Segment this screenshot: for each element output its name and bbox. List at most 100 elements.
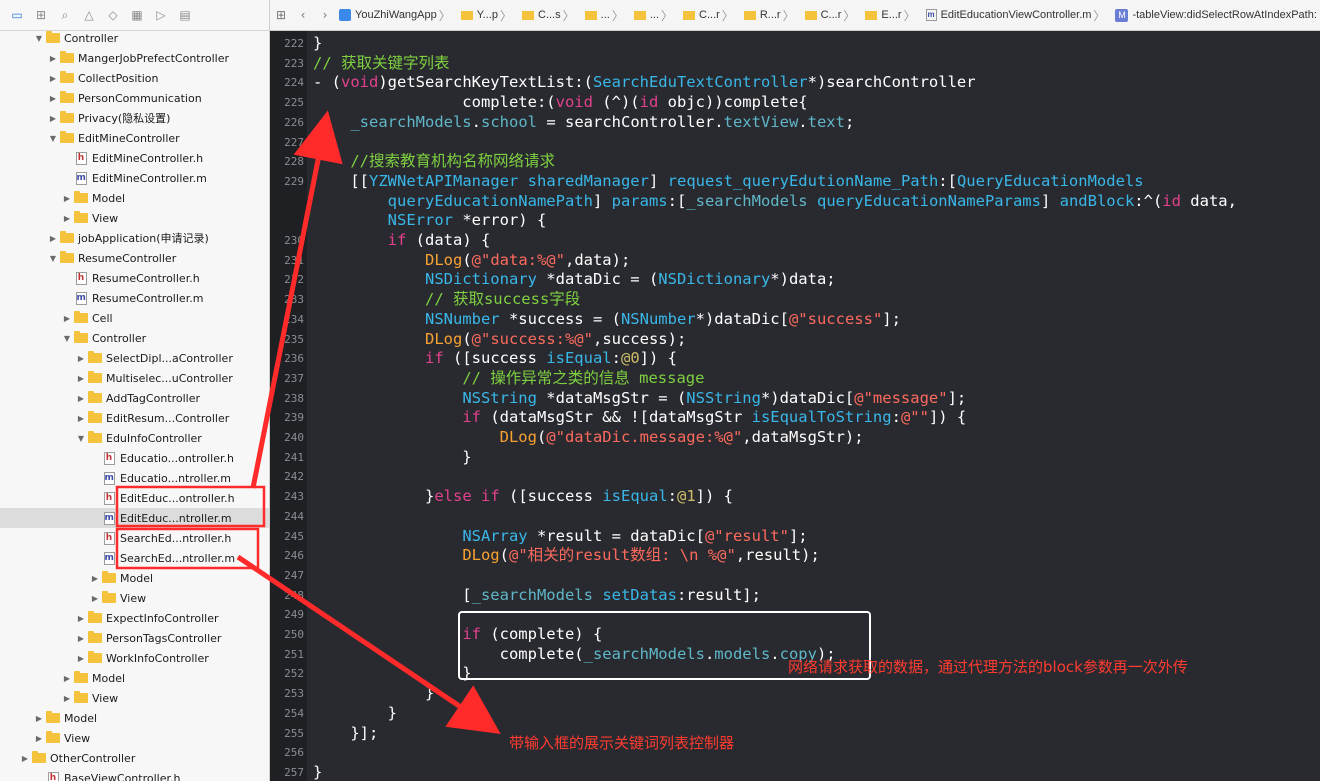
disclosure-open-icon[interactable]: ▼: [34, 34, 44, 43]
file-tree-item-label: EduInfoController: [106, 431, 202, 445]
disclosure-open-icon[interactable]: ▼: [48, 254, 58, 263]
disclosure-closed-icon[interactable]: ▶: [76, 354, 86, 363]
breadcrumb-item[interactable]: C...r 〉: [680, 7, 741, 24]
file-tree-item[interactable]: ▶ MangerJobPrefectController: [0, 48, 269, 68]
file-tree-item[interactable]: ▶ CollectPosition: [0, 68, 269, 88]
file-tree-item[interactable]: ▶ Multiselec...uController: [0, 368, 269, 388]
file-tree-item[interactable]: ▶ Model: [0, 188, 269, 208]
file-tree-item[interactable]: ▼ ResumeController: [0, 248, 269, 268]
disclosure-closed-icon[interactable]: ▶: [34, 714, 44, 723]
file-tree-item[interactable]: ▶ ExpectInfoController: [0, 608, 269, 628]
code-line: NSDictionary *dataDic = (NSDictionary*)d…: [424, 270, 836, 289]
file-tree-item[interactable]: ▶ jobApplication(申请记录): [0, 228, 269, 248]
file-tree-item-label: AddTagController: [106, 391, 201, 405]
file-tree-item[interactable]: ▶ Model: [0, 668, 269, 688]
file-tree-item[interactable]: ▶ View: [0, 688, 269, 708]
disclosure-open-icon[interactable]: ▼: [76, 434, 86, 443]
disclosure-closed-icon[interactable]: ▶: [62, 214, 72, 223]
disclosure-closed-icon[interactable]: ▶: [76, 414, 86, 423]
file-tree-item[interactable]: ▶ EditResum...Controller: [0, 408, 269, 428]
file-tree-item[interactable]: ▶ View: [0, 728, 269, 748]
disclosure-closed-icon[interactable]: ▶: [34, 734, 44, 743]
breadcrumb-item[interactable]: E...r 〉: [862, 7, 922, 24]
disclosure-closed-icon[interactable]: ▶: [62, 314, 72, 323]
disclosure-open-icon[interactable]: ▼: [62, 334, 72, 343]
disclosure-closed-icon[interactable]: ▶: [48, 74, 58, 83]
line-number: 243: [284, 490, 304, 504]
disclosure-closed-icon[interactable]: ▶: [90, 574, 100, 583]
breadcrumb-item[interactable]: ... 〉: [631, 7, 680, 24]
search-icon[interactable]: ⌕: [57, 7, 73, 23]
breadcrumb-item[interactable]: ... 〉: [582, 7, 631, 24]
code-line: NSString *dataMsgStr = (NSString*)dataDi…: [462, 388, 967, 407]
disclosure-closed-icon[interactable]: ▶: [48, 94, 58, 103]
related-items-icon[interactable]: ⊞: [270, 8, 292, 22]
folder-icon[interactable]: ▭: [9, 7, 25, 23]
disclosure-open-icon[interactable]: ▼: [48, 134, 58, 143]
disclosure-closed-icon[interactable]: ▶: [62, 674, 72, 683]
file-tree-item[interactable]: ▼ EditMineController: [0, 128, 269, 148]
file-tree-item[interactable]: ▼ Controller: [0, 328, 269, 348]
disclosure-closed-icon[interactable]: ▶: [76, 394, 86, 403]
file-tree-item[interactable]: m SearchEd...ntroller.m: [0, 548, 269, 568]
file-tree-item[interactable]: ▶ PersonTagsController: [0, 628, 269, 648]
chevron-right-icon: 〉: [903, 8, 916, 23]
disclosure-closed-icon[interactable]: ▶: [76, 654, 86, 663]
hierarchy-icon[interactable]: ⊞: [33, 7, 49, 23]
warning-icon[interactable]: △: [81, 7, 97, 23]
file-tree-item[interactable]: ▶ View: [0, 588, 269, 608]
file-tree-item[interactable]: h ResumeController.h: [0, 268, 269, 288]
disclosure-closed-icon[interactable]: ▶: [76, 614, 86, 623]
disclosure-closed-icon[interactable]: ▶: [48, 54, 58, 63]
file-tree-item[interactable]: ▼ Controller: [0, 28, 269, 48]
file-tree-item[interactable]: h EditMineController.h: [0, 148, 269, 168]
report-icon[interactable]: ▤: [177, 7, 193, 23]
file-tree-item-label: Multiselec...uController: [106, 371, 233, 385]
file-tree-item[interactable]: h EditEduc...ontroller.h: [0, 488, 269, 508]
debug-icon[interactable]: ▦: [129, 7, 145, 23]
file-tree-item[interactable]: h SearchEd...ntroller.h: [0, 528, 269, 548]
disclosure-closed-icon[interactable]: ▶: [48, 114, 58, 123]
disclosure-closed-icon[interactable]: ▶: [62, 694, 72, 703]
folder-icon: [74, 331, 88, 344]
file-tree-item[interactable]: ▶ View: [0, 208, 269, 228]
file-tree-item[interactable]: m Educatio...ntroller.m: [0, 468, 269, 488]
disclosure-closed-icon[interactable]: ▶: [20, 754, 30, 763]
breadcrumb-item[interactable]: YouZhiWangApp 〉: [336, 7, 458, 24]
disclosure-closed-icon[interactable]: ▶: [62, 194, 72, 203]
file-tree-item[interactable]: ▶ Model: [0, 568, 269, 588]
file-tree-item[interactable]: ▶ Privacy(隐私设置): [0, 108, 269, 128]
file-tree-item[interactable]: ▶ SelectDipl...aController: [0, 348, 269, 368]
file-tree-item-label: Controller: [92, 331, 147, 345]
code-line: [[YZWNetAPIManager sharedManager] reques…: [313, 171, 1144, 190]
file-tree-item[interactable]: m ResumeController.m: [0, 288, 269, 308]
disclosure-closed-icon[interactable]: ▶: [48, 234, 58, 243]
test-icon[interactable]: ◇: [105, 7, 121, 23]
code-line: NSError *error) {: [387, 211, 547, 230]
breadcrumb-item[interactable]: C...r 〉: [802, 7, 863, 24]
navigator-toolbar: ▭ ⊞ ⌕ △ ◇ ▦ ▷ ▤: [0, 0, 269, 31]
breadcrumb-item[interactable]: M -tableView:didSelectRowAtIndexPath:: [1112, 8, 1319, 22]
file-tree-item[interactable]: ▶ OtherController: [0, 748, 269, 768]
file-tree-item[interactable]: ▶ AddTagController: [0, 388, 269, 408]
breadcrumb-item[interactable]: m EditEducationViewController.m 〉: [923, 7, 1113, 24]
breakpoint-icon[interactable]: ▷: [153, 7, 169, 23]
disclosure-closed-icon[interactable]: ▶: [90, 594, 100, 603]
file-tree-item[interactable]: ▶ Model: [0, 708, 269, 728]
disclosure-closed-icon[interactable]: ▶: [76, 374, 86, 383]
file-tree-item[interactable]: ▶ PersonCommunication: [0, 88, 269, 108]
file-tree-item[interactable]: ▶ WorkInfoController: [0, 648, 269, 668]
file-tree-item[interactable]: m EditEduc...ntroller.m: [0, 508, 269, 528]
file-tree-item[interactable]: m EditMineController.m: [0, 168, 269, 188]
file-tree-item[interactable]: ▶ Cell: [0, 308, 269, 328]
chevron-left-icon[interactable]: ‹: [292, 8, 314, 22]
file-tree-item[interactable]: ▼ EduInfoController: [0, 428, 269, 448]
file-tree-item[interactable]: h Educatio...ontroller.h: [0, 448, 269, 468]
breadcrumb-item[interactable]: C...s 〉: [519, 7, 582, 24]
folder-icon: [804, 10, 817, 20]
breadcrumb-item[interactable]: R...r 〉: [741, 7, 802, 24]
breadcrumb-item[interactable]: Y...p 〉: [458, 7, 519, 24]
disclosure-closed-icon[interactable]: ▶: [76, 634, 86, 643]
chevron-right-icon[interactable]: ›: [314, 8, 336, 22]
file-tree-item[interactable]: h BaseViewController.h: [0, 768, 269, 781]
